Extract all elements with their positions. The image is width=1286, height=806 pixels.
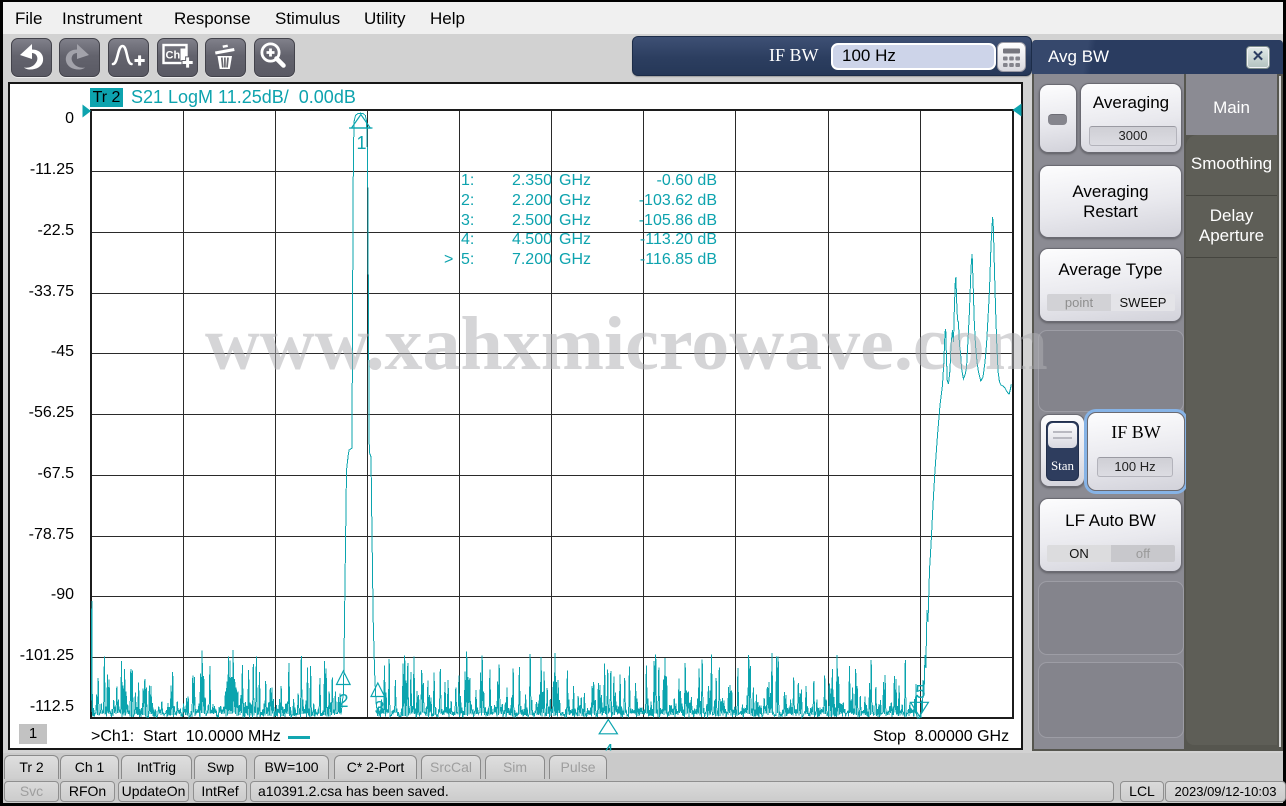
- svg-text:Ch: Ch: [166, 50, 181, 62]
